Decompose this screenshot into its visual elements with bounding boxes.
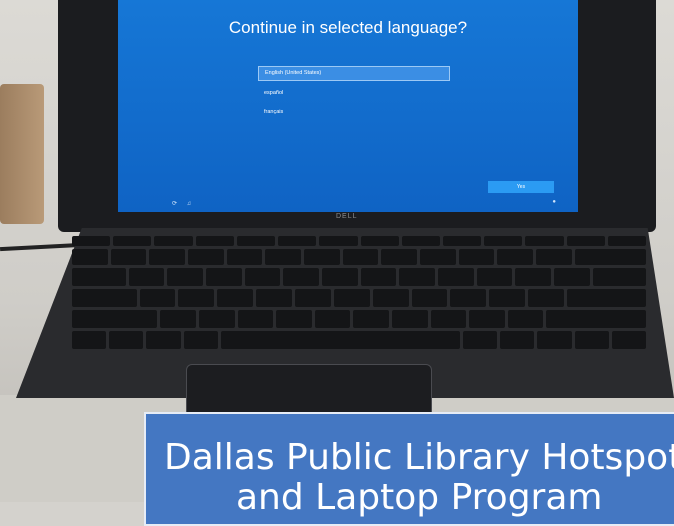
key[interactable]	[536, 249, 572, 265]
laptop-screen: Continue in selected language? English (…	[118, 0, 578, 212]
key[interactable]	[525, 236, 564, 246]
key[interactable]	[160, 310, 197, 328]
key[interactable]	[72, 236, 111, 246]
key[interactable]	[178, 289, 215, 307]
key[interactable]	[139, 289, 176, 307]
enter-key[interactable]	[567, 289, 646, 307]
key[interactable]	[360, 236, 399, 246]
key[interactable]	[278, 236, 317, 246]
key[interactable]	[314, 310, 351, 328]
key[interactable]	[401, 236, 440, 246]
key[interactable]	[276, 310, 312, 328]
key[interactable]	[507, 310, 544, 328]
key[interactable]	[360, 268, 397, 286]
key[interactable]	[476, 268, 513, 286]
key[interactable]	[237, 310, 274, 328]
key[interactable]	[217, 289, 254, 307]
spacebar[interactable]	[220, 331, 461, 349]
key[interactable]	[188, 249, 224, 265]
key[interactable]	[442, 236, 482, 246]
key[interactable]	[295, 289, 331, 307]
banner-line-2: and Laptop Program	[236, 477, 603, 518]
key[interactable]	[154, 236, 193, 246]
home-row	[72, 289, 646, 307]
key[interactable]	[528, 289, 565, 307]
key[interactable]	[399, 268, 435, 286]
key[interactable]	[226, 249, 263, 265]
key[interactable]	[411, 289, 448, 307]
key[interactable]	[553, 268, 590, 286]
ctrl-key-right[interactable]	[500, 331, 535, 349]
bottom-row	[72, 331, 646, 349]
microphone-icon[interactable]: ●	[552, 199, 556, 205]
key[interactable]	[319, 236, 358, 246]
key[interactable]	[372, 289, 409, 307]
key[interactable]	[420, 249, 456, 265]
key[interactable]	[256, 289, 292, 307]
arrow-right-key[interactable]	[611, 331, 646, 349]
key[interactable]	[167, 268, 203, 286]
key[interactable]	[321, 268, 358, 286]
key[interactable]	[199, 310, 235, 328]
key[interactable]	[110, 249, 147, 265]
arrow-left-key[interactable]	[537, 331, 572, 349]
key[interactable]	[469, 310, 505, 328]
alt-key[interactable]	[183, 331, 218, 349]
language-option-english[interactable]: English (United States)	[258, 66, 450, 81]
caps-lock-key[interactable]	[72, 289, 137, 307]
key[interactable]	[205, 268, 242, 286]
key[interactable]	[381, 249, 418, 265]
language-option-spanish[interactable]: español	[258, 86, 450, 100]
key[interactable]	[113, 236, 152, 246]
key[interactable]	[515, 268, 551, 286]
key[interactable]	[450, 289, 487, 307]
alt-key-right[interactable]	[463, 331, 498, 349]
setup-title: Continue in selected language?	[228, 18, 468, 37]
fn-key[interactable]	[109, 331, 144, 349]
function-row	[72, 236, 647, 246]
tab-key[interactable]	[72, 268, 126, 286]
key[interactable]	[353, 310, 389, 328]
language-option-french[interactable]: français	[258, 105, 450, 119]
key[interactable]	[342, 249, 379, 265]
key[interactable]	[333, 289, 370, 307]
key[interactable]	[72, 249, 108, 265]
key[interactable]	[566, 236, 605, 246]
cardboard-box	[0, 84, 44, 224]
key[interactable]	[265, 249, 302, 265]
qwerty-row	[72, 268, 647, 286]
backspace-key[interactable]	[574, 249, 647, 265]
key[interactable]	[149, 249, 186, 265]
arrow-up-down-key[interactable]	[574, 331, 609, 349]
key[interactable]	[592, 268, 647, 286]
key[interactable]	[283, 268, 319, 286]
key[interactable]	[607, 236, 647, 246]
windows-key[interactable]	[146, 331, 181, 349]
program-banner: Dallas Public Library Hotspot and Laptop…	[144, 412, 674, 526]
trackpad[interactable]	[186, 364, 432, 418]
accessibility-icon[interactable]: ⟳ ♫	[172, 200, 195, 207]
banner-line-1: Dallas Public Library Hotspot	[164, 437, 674, 478]
keyboard	[72, 236, 647, 364]
shift-key[interactable]	[72, 310, 158, 328]
shift-row	[72, 310, 647, 328]
key[interactable]	[489, 289, 526, 307]
key[interactable]	[458, 249, 495, 265]
key[interactable]	[497, 249, 534, 265]
key[interactable]	[484, 236, 523, 246]
key[interactable]	[236, 236, 276, 246]
key[interactable]	[391, 310, 428, 328]
yes-button[interactable]: Yes	[488, 181, 554, 193]
key[interactable]	[304, 249, 340, 265]
key[interactable]	[437, 268, 474, 286]
dell-logo: DELL	[336, 213, 358, 220]
number-row	[72, 249, 647, 265]
key[interactable]	[195, 236, 234, 246]
key[interactable]	[128, 268, 165, 286]
ctrl-key[interactable]	[72, 331, 107, 349]
key[interactable]	[244, 268, 281, 286]
right-shift-key[interactable]	[546, 310, 647, 328]
language-list: English (United States) español français	[258, 66, 450, 124]
key[interactable]	[430, 310, 467, 328]
